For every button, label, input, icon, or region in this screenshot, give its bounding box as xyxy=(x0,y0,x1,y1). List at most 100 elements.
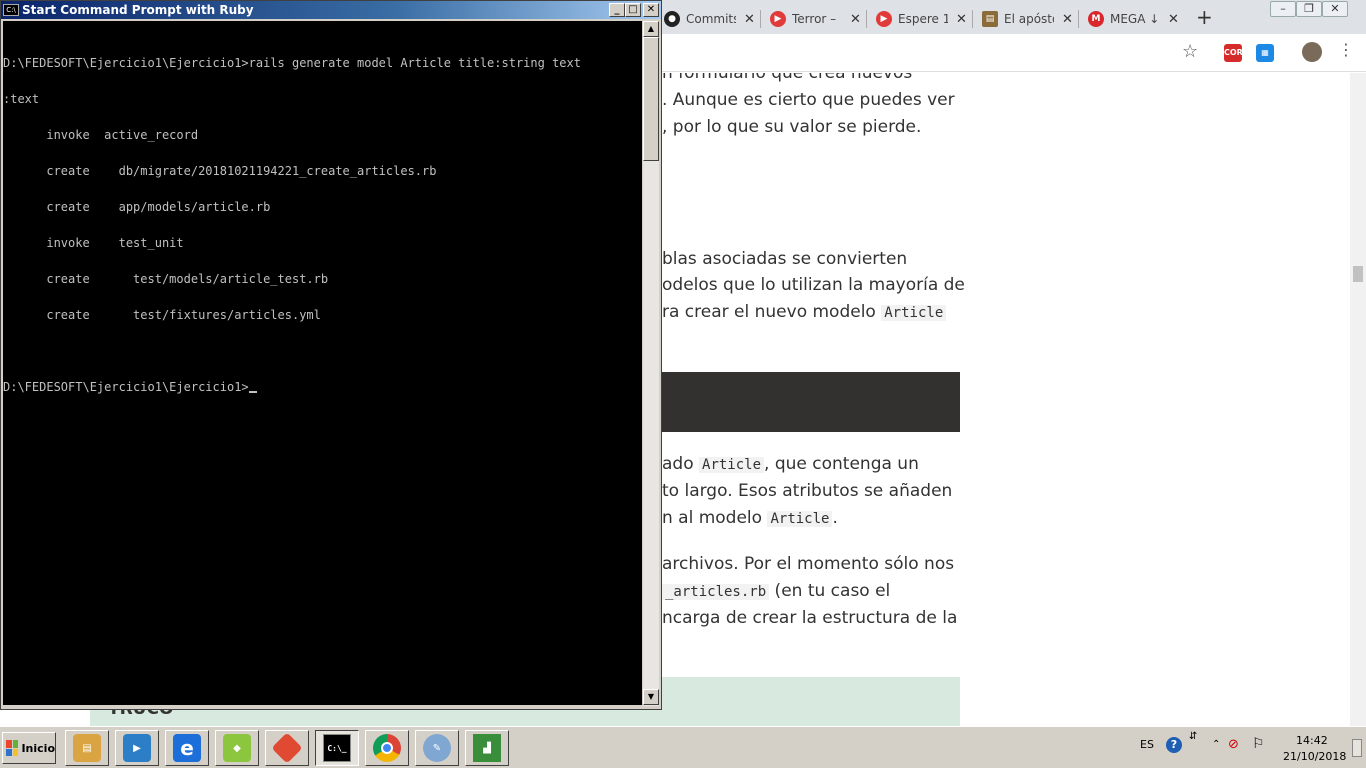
minimize-button[interactable]: _ xyxy=(609,3,625,17)
inline-code: _articles.rb xyxy=(662,584,770,600)
close-button[interactable]: ✕ xyxy=(643,3,659,17)
desktop: ● Commits ✕ ▶ Terror – ✕ ▶ Espere 1 ✕ ▤ … xyxy=(0,0,1366,768)
close-icon[interactable]: ✕ xyxy=(744,12,755,27)
console-line: create test/fixtures/articles.yml xyxy=(3,308,321,322)
paragraph-line: odelos que lo utilizan la mayoría de xyxy=(662,275,965,295)
taskbar-app-git[interactable] xyxy=(265,730,309,766)
file-manager-icon: ▤ xyxy=(73,734,101,762)
tab-separator xyxy=(866,10,867,28)
paragraph-line: ncarga de crear la estructura de la xyxy=(662,608,958,628)
language-bar-icon[interactable]: ⇵ xyxy=(1189,731,1197,742)
scrollbar-thumb[interactable] xyxy=(643,37,659,161)
maximize-button[interactable]: □ xyxy=(625,3,641,17)
scroll-up-button[interactable]: ▲ xyxy=(643,21,659,37)
tab-terror[interactable]: ▶ Terror – ✕ xyxy=(762,4,866,34)
browser-restore-button[interactable]: ❐ xyxy=(1296,1,1322,17)
window-titlebar[interactable]: C:\ Start Command Prompt with Ruby xyxy=(1,1,661,19)
close-icon[interactable]: ✕ xyxy=(956,12,967,27)
start-button[interactable]: Inicio xyxy=(2,732,56,764)
taskbar-app-chart[interactable]: ▟ xyxy=(465,730,509,766)
tab-commits[interactable]: ● Commits ✕ xyxy=(656,4,760,34)
command-prompt-icon: C:\ xyxy=(3,4,19,16)
taskbar-app-chrome[interactable] xyxy=(365,730,409,766)
inline-code: Article xyxy=(767,511,833,527)
console-prompt: D:\FEDESOFT\Ejercicio1\Ejercicio1> xyxy=(3,380,249,394)
taskbar: Inicio ▤ ▶ e ◆ C:\_ ✎ ▟ ES ? ⇵ ⌃ ⊘ ⚐ 14:… xyxy=(0,726,1366,768)
paragraph-line: . Aunque es cierto que puedes ver xyxy=(662,90,955,110)
mega-icon: M xyxy=(1088,11,1104,27)
console-prompt-line: D:\FEDESOFT\Ejercicio1\Ejercicio1> xyxy=(3,381,642,393)
console-line: create db/migrate/20181021194221_create_… xyxy=(3,164,437,178)
browser-minimize-button[interactable]: – xyxy=(1270,1,1296,17)
action-center-flag-icon[interactable]: ⚐ xyxy=(1252,736,1265,752)
tab-separator xyxy=(760,10,761,28)
taskbar-app-media-player[interactable]: ▶ xyxy=(115,730,159,766)
show-desktop-button[interactable] xyxy=(1352,739,1362,757)
volume-muted-icon[interactable]: ⊘ xyxy=(1228,737,1239,752)
youtube-icon: ▶ xyxy=(770,11,786,27)
taskbar-app-paint[interactable]: ✎ xyxy=(415,730,459,766)
bookmark-star-icon[interactable]: ☆ xyxy=(1182,41,1198,62)
code-block-header xyxy=(662,372,960,432)
taskbar-app-notes[interactable]: ◆ xyxy=(215,730,259,766)
console-line: invoke active_record xyxy=(3,128,199,142)
clock-time[interactable]: 14:42 xyxy=(1296,734,1328,747)
console-output[interactable]: D:\FEDESOFT\Ejercicio1\Ejercicio1>rails … xyxy=(3,21,642,705)
tab-espere[interactable]: ▶ Espere 1 ✕ xyxy=(868,4,972,34)
page-scrollbar[interactable] xyxy=(1350,73,1366,726)
paragraph-line: n al modelo Article. xyxy=(662,508,838,528)
chrome-icon xyxy=(373,734,401,762)
windows-logo-icon xyxy=(6,740,19,756)
cors-extension-icon[interactable]: CORS xyxy=(1224,44,1249,62)
console-line: D:\FEDESOFT\Ejercicio1\Ejercicio1>rails … xyxy=(3,56,581,70)
taskbar-app-internet-explorer[interactable]: e xyxy=(165,730,209,766)
text-cursor xyxy=(248,391,257,393)
taskbar-app-file-manager[interactable]: ▤ xyxy=(65,730,109,766)
paragraph-line: n formulario que crea nuevos xyxy=(662,73,913,83)
clock-date[interactable]: 21/10/2018 xyxy=(1283,750,1346,763)
help-icon[interactable]: ? xyxy=(1166,737,1182,753)
close-icon[interactable]: ✕ xyxy=(1062,12,1073,27)
menu-dots-icon[interactable]: ⋮ xyxy=(1338,40,1354,59)
avatar[interactable] xyxy=(1302,42,1322,62)
git-icon xyxy=(271,732,303,764)
console-line: :text xyxy=(3,92,40,106)
close-icon[interactable]: ✕ xyxy=(1168,12,1179,27)
paragraph-line: , por lo que su valor se pierde. xyxy=(662,117,922,137)
tab-mega[interactable]: M MEGA ↓ ✕ xyxy=(1080,4,1184,34)
command-prompt-window[interactable]: C:\ Start Command Prompt with Ruby _ □ ✕… xyxy=(0,0,662,710)
scrollbar-thumb[interactable] xyxy=(1353,266,1363,282)
paragraph-line: ra crear el nuevo modelo Article xyxy=(662,302,947,322)
tab-separator xyxy=(972,10,973,28)
chart-app-icon: ▟ xyxy=(473,734,501,762)
taskbar-app-command-prompt[interactable]: C:\_ xyxy=(315,730,359,766)
browser-close-button[interactable]: ✕ xyxy=(1322,1,1348,17)
window-title: Start Command Prompt with Ruby xyxy=(22,3,254,17)
tab-el-apostol[interactable]: ▤ El apósto ✕ xyxy=(974,4,1078,34)
console-scrollbar[interactable]: ▲ ▼ xyxy=(643,21,659,706)
extension-icon[interactable]: ▦ xyxy=(1256,44,1274,62)
paragraph-line: archivos. Por el momento sólo nos xyxy=(662,554,955,574)
close-icon[interactable]: ✕ xyxy=(850,12,861,27)
paragraph-line: blas asociadas se convierten xyxy=(662,249,908,269)
paragraph-line: to largo. Esos atributos se añaden xyxy=(662,481,953,501)
language-indicator[interactable]: ES xyxy=(1140,738,1154,751)
inline-code: Article xyxy=(881,305,947,321)
paragraph-line: _articles.rb (en tu caso el xyxy=(662,581,890,601)
show-hidden-icons-icon[interactable]: ⌃ xyxy=(1212,739,1220,750)
console-line: invoke test_unit xyxy=(3,236,184,250)
internet-explorer-icon: e xyxy=(173,734,201,762)
media-player-icon: ▶ xyxy=(123,734,151,762)
tab-separator xyxy=(1078,10,1079,28)
inline-code: Article xyxy=(699,457,765,473)
command-prompt-icon: C:\_ xyxy=(323,734,351,762)
clipboard-icon: ▤ xyxy=(982,11,998,27)
address-bar[interactable] xyxy=(662,38,1202,68)
youtube-icon: ▶ xyxy=(876,11,892,27)
console-line: create app/models/article.rb xyxy=(3,200,271,214)
github-icon: ● xyxy=(664,11,680,27)
paragraph-line: ado Article, que contenga un xyxy=(662,454,919,474)
new-tab-button[interactable]: + xyxy=(1196,5,1213,29)
scroll-down-button[interactable]: ▼ xyxy=(643,689,659,705)
